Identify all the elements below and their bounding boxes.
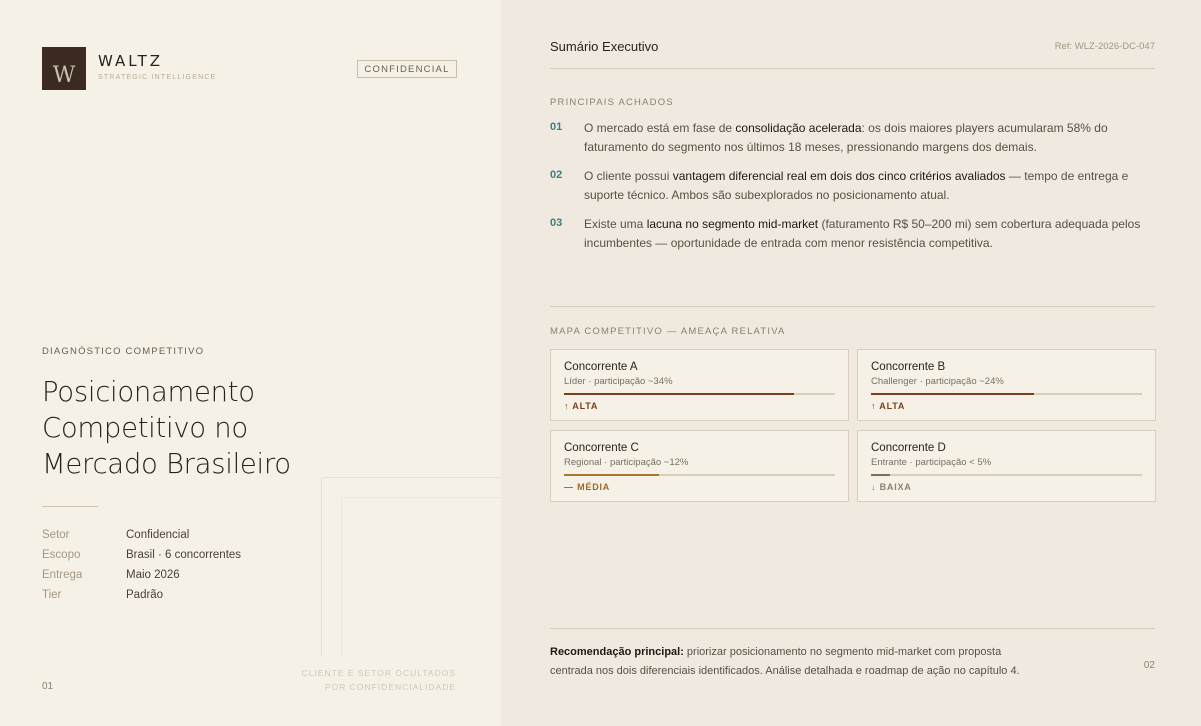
competitor-name: Concorrente B <box>871 361 946 373</box>
finding-text: Existe uma lacuna no segmento mid-market… <box>584 215 1154 253</box>
threat-level: — MÉDIA <box>564 482 611 492</box>
finding-text-part: O mercado está em fase de <box>584 121 736 135</box>
threat-level: ↓ BAIXA <box>871 482 912 492</box>
summary-page: Sumário Executivo Ref: WLZ-2026-DC-047 P… <box>501 0 1201 726</box>
finding-highlight: lacuna no segmento mid-market <box>646 217 819 231</box>
competitive-map-label: MAPA COMPETITIVO — AMEAÇA RELATIVA <box>550 326 786 337</box>
svg-text:W: W <box>53 63 76 88</box>
meta-row-tier: Tier Padrão <box>42 589 241 609</box>
finding-number: 03 <box>550 217 563 229</box>
meta-value: Padrão <box>126 589 164 601</box>
recommendation-lead: Recomendação principal: <box>550 646 684 658</box>
threat-bar <box>564 474 835 476</box>
title-line: Posicionamento <box>42 376 255 408</box>
divider <box>42 506 98 507</box>
reference-code: Ref: WLZ-2026-DC-047 <box>1054 41 1155 52</box>
confidential-badge: CONFIDENCIAL <box>357 60 457 78</box>
findings-list: 01 O mercado está em fase de consolidaçã… <box>550 119 1160 263</box>
decorative-frame-inner <box>341 497 501 657</box>
report-title: Posicionamento Competitivo no Mercado Br… <box>42 374 342 482</box>
threat-bar-fill <box>564 474 659 476</box>
competitor-card: Concorrente C Regional · participação ~1… <box>550 430 849 502</box>
note-line: CLIENTE E SETOR OCULTADOS <box>301 668 456 678</box>
competitor-card: Concorrente D Entrante · participação < … <box>857 430 1156 502</box>
meta-row-entrega: Entrega Maio 2026 <box>42 569 241 589</box>
main-recommendation: Recomendação principal: priorizar posici… <box>550 643 1040 681</box>
threat-level: ↑ ALTA <box>564 401 599 411</box>
report-metadata: Setor Confidencial Escopo Brasil · 6 con… <box>42 529 241 609</box>
report-spread: W WALTZ STRATEGIC INTELLIGENCE CONFIDENC… <box>0 0 1201 726</box>
threat-bar-fill <box>871 393 1034 395</box>
finding-highlight: vantagem diferencial real em dois dos ci… <box>672 169 1006 183</box>
threat-bar <box>871 393 1142 395</box>
section-divider <box>550 306 1155 307</box>
meta-value: Brasil · 6 concorrentes <box>126 549 242 561</box>
meta-value: Confidencial <box>126 529 190 541</box>
finding-item: 01 O mercado está em fase de consolidaçã… <box>550 119 1160 157</box>
meta-row-escopo: Escopo Brasil · 6 concorrentes <box>42 549 241 569</box>
confidentiality-note: CLIENTE E SETOR OCULTADOS POR CONFIDENCI… <box>302 666 456 694</box>
threat-bar <box>871 474 1142 476</box>
brand-name: WALTZ <box>98 52 164 70</box>
brand-tagline: STRATEGIC INTELLIGENCE <box>98 74 217 81</box>
title-line: Mercado Brasileiro <box>42 448 291 480</box>
competitor-detail: Challenger · participação ~24% <box>871 376 1004 387</box>
findings-label: PRINCIPAIS ACHADOS <box>550 97 674 108</box>
finding-text: O cliente possui vantagem diferencial re… <box>584 167 1154 205</box>
meta-key: Setor <box>42 529 70 541</box>
competitor-card: Concorrente B Challenger · participação … <box>857 349 1156 421</box>
competitor-card: Concorrente A Líder · participação ~34% … <box>550 349 849 421</box>
competitor-detail: Regional · participação ~12% <box>564 457 689 468</box>
meta-value: Maio 2026 <box>126 569 180 581</box>
competitive-map: Concorrente A Líder · participação ~34% … <box>550 349 1156 502</box>
competitor-detail: Líder · participação ~34% <box>564 376 673 387</box>
finding-text-part: Existe uma <box>584 217 647 231</box>
meta-key: Entrega <box>42 569 83 581</box>
page-number: 01 <box>42 681 54 692</box>
threat-level: ↑ ALTA <box>871 401 906 411</box>
footer-divider <box>550 628 1155 629</box>
competitor-name: Concorrente D <box>871 442 946 454</box>
meta-key: Tier <box>42 589 62 601</box>
competitor-name: Concorrente C <box>564 442 639 454</box>
finding-number: 01 <box>550 121 563 133</box>
finding-text: O mercado está em fase de consolidação a… <box>584 119 1154 157</box>
finding-highlight: consolidação acelerada <box>735 121 862 135</box>
cover-page: W WALTZ STRATEGIC INTELLIGENCE CONFIDENC… <box>0 0 501 726</box>
meta-row-setor: Setor Confidencial <box>42 529 241 549</box>
report-kicker: DIAGNÓSTICO COMPETITIVO <box>42 346 205 357</box>
title-line: Competitivo no <box>42 412 248 444</box>
finding-number: 02 <box>550 169 563 181</box>
finding-item: 03 Existe uma lacuna no segmento mid-mar… <box>550 215 1160 253</box>
page-title: Sumário Executivo <box>550 39 659 54</box>
header-divider <box>550 68 1155 69</box>
finding-text-part: O cliente possui <box>584 169 673 183</box>
w-monogram-icon: W <box>53 63 76 88</box>
meta-key: Escopo <box>42 549 81 561</box>
threat-bar-fill <box>564 393 795 395</box>
brand-logo: W WALTZ STRATEGIC INTELLIGENCE <box>42 47 216 90</box>
logo-mark: W <box>42 47 86 90</box>
threat-bar <box>564 393 835 395</box>
competitor-detail: Entrante · participação < 5% <box>871 457 992 468</box>
note-line: POR CONFIDENCIALIDADE <box>324 682 456 692</box>
threat-bar-fill <box>871 474 890 476</box>
competitor-name: Concorrente A <box>564 361 638 373</box>
page-number: 02 <box>1143 660 1155 671</box>
finding-item: 02 O cliente possui vantagem diferencial… <box>550 167 1160 205</box>
